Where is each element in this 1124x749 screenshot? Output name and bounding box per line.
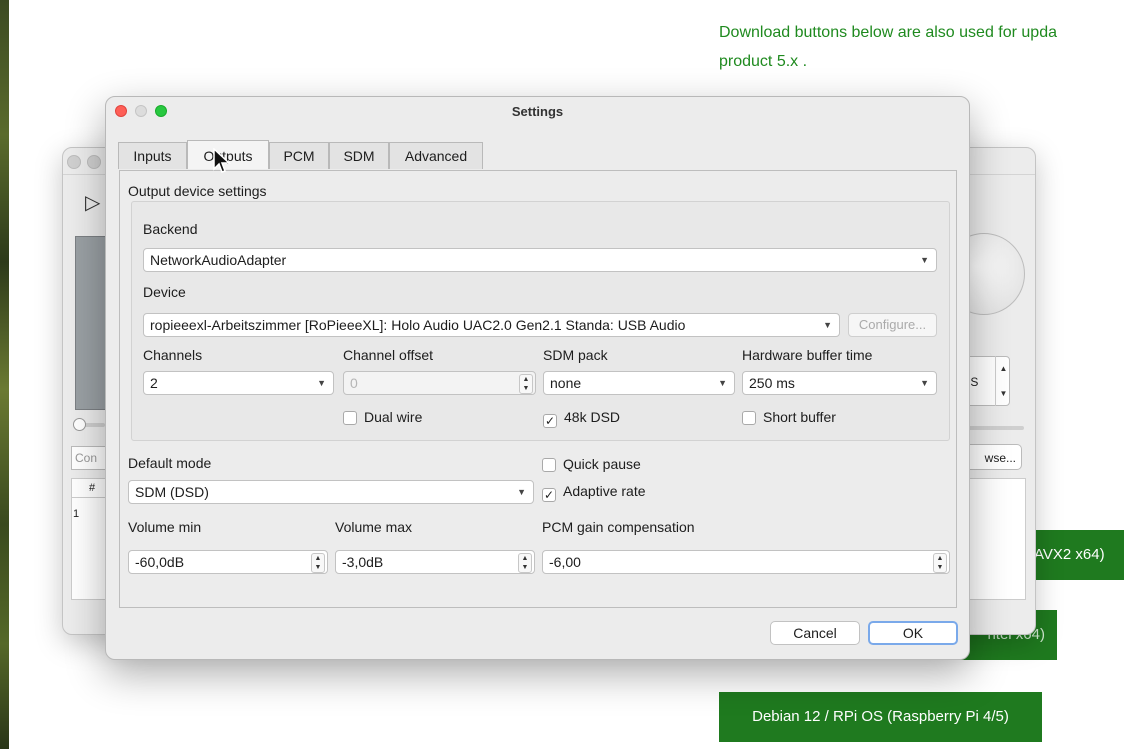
dual-wire-checkbox[interactable]: Dual wire: [343, 408, 422, 426]
stepper-arrows-icon[interactable]: ▲ ▼: [519, 374, 533, 394]
volume-max-label: Volume max: [335, 519, 413, 535]
adaptive-rate-checkbox[interactable]: ✓ Adaptive rate: [542, 482, 646, 502]
bg-close-dot[interactable]: [67, 155, 81, 169]
channel-offset-spinbox[interactable]: 0 ▲ ▼: [343, 371, 536, 395]
device-label: Device: [143, 284, 186, 300]
channel-offset-value: 0: [350, 375, 358, 391]
dialog-title: Settings: [511, 104, 564, 119]
volume-min-label: Volume min: [128, 519, 202, 535]
stepper-arrows-icon[interactable]: ▲ ▼: [311, 553, 325, 573]
device-value: ropieeexl-Arbeitszimmer [RoPieeeXL]: Hol…: [150, 317, 686, 333]
tab-sdm[interactable]: SDM: [329, 142, 389, 169]
volume-max-value: -3,0dB: [342, 554, 384, 570]
stepper-arrows-icon[interactable]: ▲ ▼: [933, 553, 947, 573]
output-device-group: Backend NetworkAudioAdapter ▼ Device rop…: [131, 201, 950, 441]
hardware-buffer-label: Hardware buffer time: [742, 347, 873, 363]
desktop-wallpaper-strip: [0, 0, 9, 749]
chevron-down-icon: ▼: [920, 255, 929, 265]
backend-select[interactable]: NetworkAudioAdapter ▼: [143, 248, 937, 272]
default-mode-label: Default mode: [128, 455, 212, 471]
short-buffer-label: Short buffer: [763, 409, 836, 425]
chevron-down-icon: ▼: [517, 487, 526, 497]
configure-button[interactable]: Configure...: [848, 313, 937, 337]
outputs-page: Output device settings Backend NetworkAu…: [119, 170, 957, 608]
pcm-gain-spinbox[interactable]: -6,00 ▲ ▼: [542, 550, 950, 574]
bg-minimize-dot[interactable]: [87, 155, 101, 169]
backend-label: Backend: [143, 221, 198, 237]
mouse-pointer-icon: [213, 148, 231, 173]
quick-pause-box[interactable]: [542, 458, 556, 472]
tab-advanced[interactable]: Advanced: [389, 142, 483, 169]
hardware-buffer-select[interactable]: 250 ms ▼: [742, 371, 937, 395]
dsd48k-box[interactable]: ✓: [543, 414, 557, 428]
chevron-down-icon: ▼: [718, 378, 727, 388]
bg-left-slider-knob[interactable]: [73, 418, 86, 431]
channel-offset-label: Channel offset: [343, 347, 434, 363]
dsd48k-label: 48k DSD: [564, 409, 621, 425]
device-select[interactable]: ropieeexl-Arbeitszimmer [RoPieeeXL]: Hol…: [143, 313, 840, 337]
ok-button[interactable]: OK: [868, 621, 958, 645]
short-buffer-box[interactable]: [742, 411, 756, 425]
quick-pause-checkbox[interactable]: Quick pause: [542, 455, 641, 473]
tab-inputs[interactable]: Inputs: [118, 142, 187, 169]
chevron-down-icon: ▼: [920, 378, 929, 388]
sdm-pack-label: SDM pack: [543, 347, 608, 363]
dual-wire-box[interactable]: [343, 411, 357, 425]
channels-label: Channels: [143, 347, 203, 363]
default-mode-value: SDM (DSD): [135, 484, 209, 500]
channels-select[interactable]: 2 ▼: [143, 371, 334, 395]
hardware-buffer-value: 250 ms: [749, 375, 795, 391]
bg-table-row[interactable]: 1: [73, 508, 79, 520]
pcm-gain-label: PCM gain compensation: [542, 519, 695, 535]
pcm-gain-value: -6,00: [549, 554, 581, 570]
settings-dialog: Settings Inputs Outputs PCM SDM Advanced…: [105, 96, 970, 660]
backend-value: NetworkAudioAdapter: [150, 252, 287, 268]
website-notice-line1: Download buttons below are also used for…: [719, 24, 1057, 41]
bg-left-panel: [75, 236, 107, 410]
quick-pause-label: Quick pause: [563, 456, 641, 472]
short-buffer-checkbox[interactable]: Short buffer: [742, 408, 836, 426]
website-notice: Download buttons below are also used for…: [719, 18, 1124, 76]
adaptive-rate-box[interactable]: ✓: [542, 488, 556, 502]
volume-max-spinbox[interactable]: -3,0dB ▲ ▼: [335, 550, 535, 574]
volume-min-value: -60,0dB: [135, 554, 185, 570]
play-icon[interactable]: ▷: [85, 190, 100, 215]
sdm-pack-select[interactable]: none ▼: [543, 371, 735, 395]
chevron-down-icon: ▼: [823, 320, 832, 330]
stepper-arrows-icon[interactable]: ▲ ▼: [518, 553, 532, 573]
website-notice-line2: product 5.x .: [719, 53, 808, 70]
adaptive-rate-label: Adaptive rate: [563, 483, 646, 499]
sdm-pack-value: none: [550, 375, 582, 391]
bg-spin-arrows-icon[interactable]: ▲ ▼: [995, 356, 1011, 406]
dialog-titlebar[interactable]: Settings: [106, 97, 969, 127]
default-mode-select[interactable]: SDM (DSD) ▼: [128, 480, 534, 504]
volume-min-spinbox[interactable]: -60,0dB ▲ ▼: [128, 550, 328, 574]
dsd48k-checkbox[interactable]: ✓ 48k DSD: [543, 408, 621, 428]
channels-value: 2: [150, 375, 158, 391]
dual-wire-label: Dual wire: [364, 409, 423, 425]
tab-pcm[interactable]: PCM: [269, 142, 329, 169]
chevron-down-icon: ▼: [317, 378, 326, 388]
cancel-button[interactable]: Cancel: [770, 621, 860, 645]
output-device-group-title: Output device settings: [128, 183, 267, 199]
download-debian-button[interactable]: Debian 12 / RPi OS (Raspberry Pi 4/5): [719, 692, 1042, 742]
